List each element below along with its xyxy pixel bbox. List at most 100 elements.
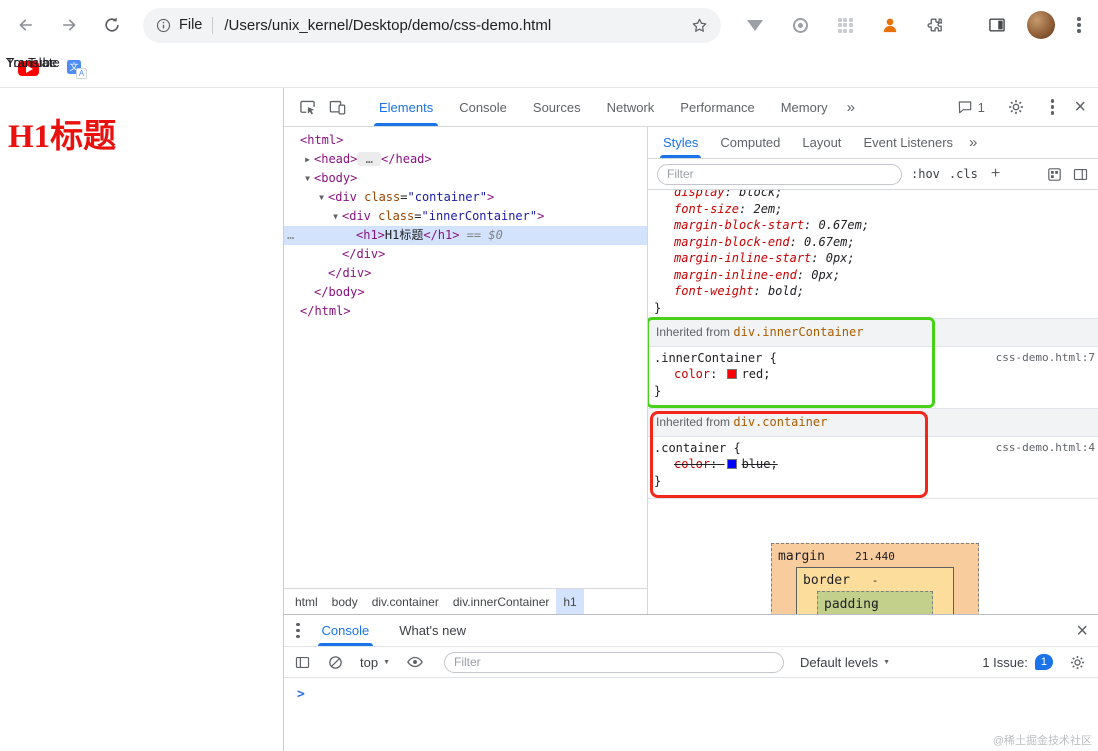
breadcrumb-item-div-innerContainer[interactable]: div.innerContainer	[446, 589, 557, 614]
back-button[interactable]	[9, 8, 43, 42]
expand-arrow-icon[interactable]: ▼	[315, 188, 328, 207]
sidebar-tab-computed[interactable]: Computed	[709, 127, 791, 158]
url-text[interactable]: /Users/unix_kernel/Desktop/demo/css-demo…	[224, 17, 690, 34]
tree-node[interactable]: </div>	[284, 245, 647, 264]
triangle-glyph	[747, 20, 763, 31]
reload-button[interactable]	[95, 8, 129, 42]
tree-node[interactable]: …<h1>H1标题</h1> == $0	[284, 226, 647, 245]
margin-top-value[interactable]: 21.440	[772, 549, 978, 566]
css-declaration[interactable]: color: blue;	[654, 456, 1098, 473]
console-clear-icon[interactable]	[327, 654, 344, 671]
tree-node[interactable]: ▼<div class="container">	[284, 188, 647, 207]
box-model-margin[interactable]: margin 21.440 border - padding -	[771, 543, 979, 614]
breadcrumb-item-body[interactable]: body	[325, 589, 365, 614]
css-declaration[interactable]: margin-inline-end: 0px;	[654, 267, 1098, 284]
css-declaration[interactable]: font-size: 2em;	[654, 201, 1098, 218]
console-filter-input[interactable]	[444, 652, 784, 673]
extension-circle-icon[interactable]	[789, 14, 811, 36]
color-swatch[interactable]	[727, 459, 737, 469]
styles-filter-input[interactable]	[657, 164, 902, 185]
sidebar-tab-styles[interactable]: Styles	[652, 127, 709, 158]
forward-button[interactable]	[52, 8, 86, 42]
devtools-close-icon[interactable]: ×	[1074, 97, 1086, 117]
expand-arrow-icon[interactable]: ▼	[301, 169, 314, 188]
bookmark-translate[interactable]: Translate	[67, 59, 87, 79]
breadcrumb-item-div-container[interactable]: div.container	[365, 589, 446, 614]
devtools-tab-console[interactable]: Console	[446, 88, 520, 126]
console-context-dropdown[interactable]: top ▼	[360, 655, 390, 670]
computed-sidebar-toggle-icon[interactable]	[1072, 166, 1089, 183]
breadcrumb-item-h1[interactable]: h1	[556, 589, 583, 614]
tree-node[interactable]: </html>	[284, 302, 647, 321]
css-declaration[interactable]: display: block;	[654, 190, 1098, 201]
css-declaration[interactable]: margin-block-start: 0.67em;	[654, 217, 1098, 234]
address-bar[interactable]: File /Users/unix_kernel/Desktop/demo/css…	[143, 8, 721, 43]
extensions-puzzle-icon[interactable]	[924, 14, 946, 36]
console-levels-dropdown[interactable]: Default levels ▼	[800, 655, 890, 670]
stylesheet-link[interactable]: css-demo.html:7	[996, 350, 1095, 367]
devtools-tab-elements[interactable]: Elements	[366, 88, 446, 126]
sidebar-tab-event-listeners[interactable]: Event Listeners	[852, 127, 964, 158]
browser-menu-icon[interactable]	[1073, 13, 1085, 37]
profile-avatar[interactable]	[1027, 11, 1055, 39]
css-declaration[interactable]: color: red;	[654, 366, 1098, 383]
inspect-icon[interactable]	[292, 92, 322, 122]
bookmark-star-icon[interactable]	[690, 16, 709, 35]
device-toolbar-icon[interactable]	[322, 92, 352, 122]
console-sidebar-icon[interactable]	[294, 654, 311, 671]
devtools-menu-icon[interactable]	[1047, 95, 1059, 119]
extension-grid-icon[interactable]	[834, 14, 856, 36]
tree-node[interactable]: ▶<head> … </head>	[284, 150, 647, 169]
issue-badge[interactable]: 1	[1035, 654, 1053, 670]
more-tabs-icon[interactable]: »	[841, 99, 861, 116]
stylesheet-link[interactable]: css-demo.html:4	[996, 440, 1095, 457]
tree-node[interactable]: ▼<body>	[284, 169, 647, 188]
css-declaration[interactable]: font-weight: bold;	[654, 283, 1098, 300]
inherited-node-link[interactable]: div.container	[733, 415, 827, 429]
rendering-options-icon[interactable]	[1046, 166, 1063, 183]
devtools-issues-button[interactable]: 1	[957, 99, 985, 115]
sidebar-tab-layout[interactable]: Layout	[791, 127, 852, 158]
console-settings-icon[interactable]	[1069, 654, 1086, 671]
console-prompt[interactable]: >	[284, 678, 1098, 702]
devtools-tab-memory[interactable]: Memory	[768, 88, 841, 126]
console-eye-icon[interactable]	[406, 653, 424, 671]
drawer-tab-console[interactable]: Console	[310, 615, 382, 646]
styles-sidebar-tabs: StylesComputedLayoutEvent Listeners	[652, 127, 964, 158]
css-selector[interactable]: .innerContainer	[654, 351, 762, 365]
css-declaration[interactable]: margin-inline-start: 0px;	[654, 250, 1098, 267]
tree-node[interactable]: <html>	[284, 131, 647, 150]
tree-node[interactable]: </body>	[284, 283, 647, 302]
side-panel-icon[interactable]	[986, 14, 1008, 36]
inherited-node-link[interactable]: div.innerContainer	[733, 325, 863, 339]
drawer-close-icon[interactable]: ×	[1076, 621, 1088, 641]
box-model-border[interactable]: border - padding -	[796, 567, 954, 614]
new-style-rule-button[interactable]: +	[991, 165, 1000, 183]
css-declaration[interactable]: margin-block-end: 0.67em;	[654, 234, 1098, 251]
expand-arrow-icon[interactable]: ▶	[301, 150, 314, 169]
class-toggle-button[interactable]: .cls	[949, 167, 978, 181]
css-property-name: color	[674, 457, 710, 471]
node-more-icon[interactable]: …	[287, 226, 295, 245]
border-top-value[interactable]: -	[797, 573, 953, 590]
drawer-tab-whats-new[interactable]: What's new	[387, 615, 478, 646]
tree-node[interactable]: </div>	[284, 264, 647, 283]
drawer-menu-icon[interactable]	[292, 619, 304, 643]
extension-triangle-icon[interactable]	[744, 14, 766, 36]
padding-top-value[interactable]: -	[818, 597, 932, 614]
devtools-settings-icon[interactable]	[1001, 92, 1031, 122]
css-selector[interactable]: .container	[654, 441, 726, 455]
extension-person-icon[interactable]	[879, 14, 901, 36]
devtools-tab-sources[interactable]: Sources	[520, 88, 594, 126]
devtools-tab-network[interactable]: Network	[594, 88, 668, 126]
more-tabs-icon[interactable]: »	[964, 134, 982, 151]
issues-counter[interactable]: 1 Issue: 1	[982, 654, 1053, 670]
info-icon[interactable]	[155, 17, 172, 34]
breadcrumb-item-html[interactable]: html	[288, 589, 325, 614]
pseudo-state-button[interactable]: :hov	[911, 167, 940, 181]
box-model-padding[interactable]: padding -	[817, 591, 933, 614]
devtools-tab-performance[interactable]: Performance	[667, 88, 767, 126]
expand-arrow-icon[interactable]: ▼	[329, 207, 342, 226]
tree-node[interactable]: ▼<div class="innerContainer">	[284, 207, 647, 226]
color-swatch[interactable]	[727, 369, 737, 379]
